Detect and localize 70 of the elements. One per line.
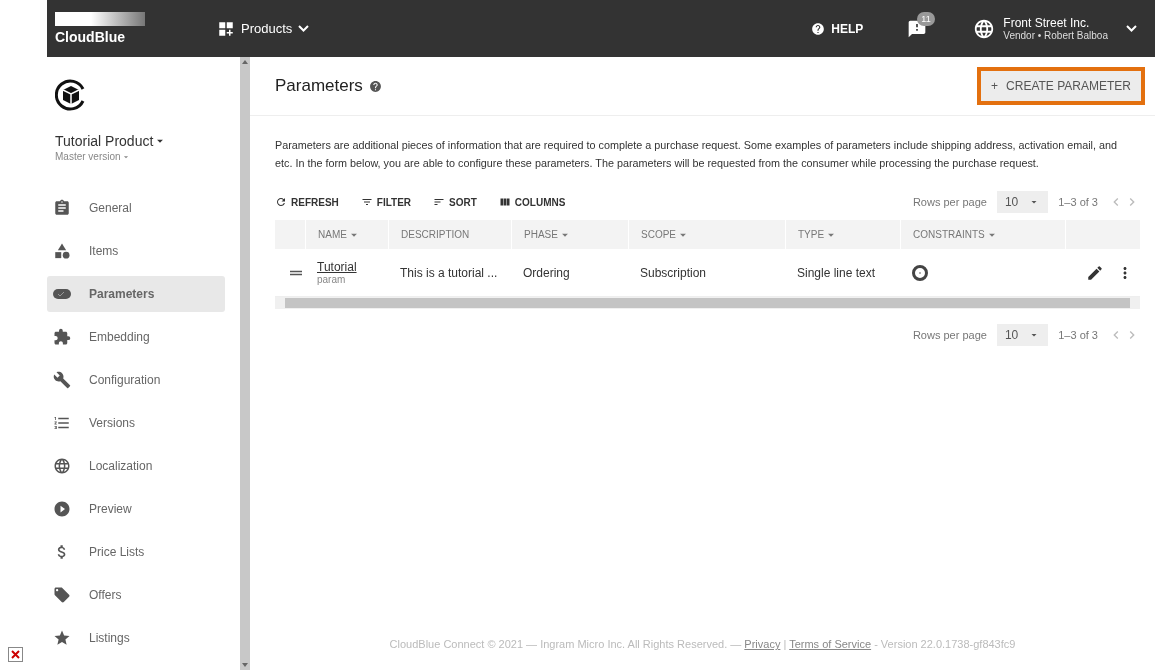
columns-icon <box>498 196 511 208</box>
logo[interactable]: CloudBlue <box>55 29 175 45</box>
scroll-down-icon[interactable] <box>242 663 248 667</box>
module-menu[interactable]: Products <box>217 19 310 38</box>
toolbar-button[interactable]: FILTER <box>360 196 412 208</box>
sidebar-item[interactable]: Items <box>47 233 225 269</box>
star-icon <box>53 629 71 647</box>
description: Parameters are additional pieces of information that are required to complete a purchase request. Some examples of parameters include shipping address, activation email, and etc. In the form below, you are able to configure these parameters. The parameters will be requested from the consumer while processing the purchase request. <box>275 138 1119 171</box>
parameter-name-link[interactable]: Tutorial <box>317 260 388 274</box>
clipboard-icon <box>53 199 71 217</box>
product-selector[interactable]: Tutorial Product <box>55 133 225 149</box>
page-range: 1–3 of 3 <box>1058 196 1098 208</box>
sidebar-item[interactable]: Preview <box>47 491 225 527</box>
terms-link[interactable]: Terms of Service <box>789 638 872 650</box>
privacy-link[interactable]: Privacy <box>744 638 781 650</box>
chevron-icon <box>298 25 310 32</box>
chevron-icon <box>1126 25 1137 32</box>
column-header[interactable]: CONSTRAINTS <box>900 220 1065 249</box>
wrench-icon <box>53 371 71 389</box>
pill-icon <box>53 289 71 299</box>
sidebar-item[interactable]: Versions <box>47 405 225 441</box>
globe-icon <box>53 457 71 475</box>
sidebar-item[interactable]: General <box>47 190 225 226</box>
refresh-icon <box>275 196 287 208</box>
help-icon <box>811 21 826 36</box>
play-icon <box>53 500 71 518</box>
numbered-list-icon <box>53 414 71 432</box>
sidebar-item[interactable]: Offers <box>47 577 225 613</box>
toolbar-button[interactable]: REFRESH <box>275 196 339 208</box>
account-name: Front Street Inc. <box>1003 16 1091 30</box>
broken-image-icon <box>8 647 23 662</box>
version-selector[interactable]: Master version <box>55 151 225 162</box>
sidebar-item[interactable]: Listings <box>47 620 225 656</box>
sidebar-item[interactable]: Parameters <box>47 276 225 312</box>
sidebar-item[interactable]: Configuration <box>47 362 225 398</box>
toolbar-button[interactable]: COLUMNS <box>498 196 566 208</box>
page-range: 1–3 of 3 <box>1058 329 1098 341</box>
rows-per-page-label: Rows per page <box>912 196 987 208</box>
toolbar-button[interactable]: SORT <box>433 196 477 208</box>
account-role: Vendor • Robert Balboa <box>1003 30 1108 41</box>
shapes-icon <box>53 242 71 260</box>
sidebar-item[interactable]: Embedding <box>47 319 225 355</box>
filter-icon <box>360 196 373 208</box>
create-parameter-button[interactable]: + CREATE PARAMETER <box>977 67 1145 105</box>
puzzle-icon <box>53 328 71 346</box>
column-header[interactable]: DESCRIPTION <box>388 220 511 249</box>
edit-icon[interactable] <box>1086 263 1104 282</box>
account-menu[interactable]: Front Street Inc. Vendor • Robert Balboa <box>967 15 1143 42</box>
globe-icon <box>973 17 996 40</box>
column-header[interactable]: PHASE <box>511 220 628 249</box>
rows-per-page-select[interactable]: 10 <box>996 324 1049 346</box>
constraint-icon <box>912 264 928 281</box>
sidebar-item[interactable]: Price Lists <box>47 534 225 570</box>
rows-per-page-label: Rows per page <box>912 329 987 341</box>
product-logo-icon <box>55 79 87 111</box>
column-header[interactable]: SCOPE <box>628 220 785 249</box>
sidebar-item[interactable]: Localization <box>47 448 225 484</box>
column-header[interactable]: TYPE <box>785 220 900 249</box>
notification-count: 11 <box>917 11 935 26</box>
rows-per-page-select[interactable]: 10 <box>996 191 1049 213</box>
parameter-id: param <box>317 274 347 285</box>
tag-icon <box>53 586 71 604</box>
help-button[interactable]: HELP <box>805 20 870 37</box>
column-header[interactable]: NAME <box>305 220 388 249</box>
scroll-up-icon[interactable] <box>242 60 248 64</box>
help-icon[interactable] <box>368 79 382 93</box>
sort-icon <box>433 196 446 208</box>
page-title: Parameters <box>275 76 363 96</box>
grid-icon <box>217 19 235 38</box>
footer-text: CloudBlue Connect © 2021 — Ingram Micro Inc. All Rights Reserved. — Privacy | Terms of Service - Version 22.0.1738-gf843fc9 <box>388 638 1017 650</box>
